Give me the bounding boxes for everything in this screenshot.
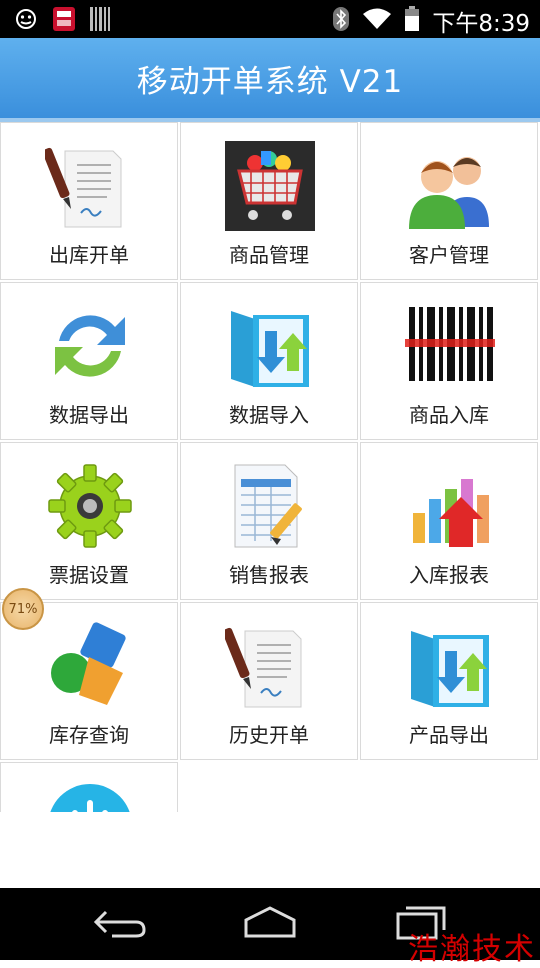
bar-chart-icon xyxy=(413,479,489,547)
menu-item-label: 销售报表 xyxy=(229,563,309,587)
menu-grid: 出库开单 商品管理 客户管理 数据导出 数据导入 商品入库 票据设置 销售报表 … xyxy=(0,122,540,812)
menu-item-stock-in-report[interactable]: 入库报表 xyxy=(360,442,538,600)
title-bar: 移动开单系统 V21 xyxy=(0,38,540,122)
menu-item-label: 产品导出 xyxy=(409,723,489,747)
menu-item-sales-report[interactable]: 销售报表 xyxy=(180,442,358,600)
menu-item-history-orders[interactable]: 历史开单 xyxy=(180,602,358,760)
users-icon xyxy=(409,157,489,229)
menu-item-data-export[interactable]: 数据导出 xyxy=(0,282,178,440)
spreadsheet-icon xyxy=(234,464,302,548)
clock: 下午8:39 xyxy=(432,11,530,37)
menu-item-label: 历史开单 xyxy=(229,723,309,747)
document-pen-icon xyxy=(45,147,122,228)
menu-item-exit[interactable] xyxy=(0,762,178,812)
menu-item-label: 数据导入 xyxy=(229,403,309,427)
battery-icon xyxy=(404,6,420,36)
shapes-icon xyxy=(51,622,126,705)
menu-item-label: 票据设置 xyxy=(49,563,129,587)
back-icon[interactable] xyxy=(92,902,148,946)
shopping-cart-icon xyxy=(225,141,315,231)
menu-item-product-management[interactable]: 商品管理 xyxy=(180,122,358,280)
menu-item-receipt-settings[interactable]: 票据设置 xyxy=(0,442,178,600)
barcode-notification-icon xyxy=(90,7,110,35)
menu-item-label: 商品管理 xyxy=(229,243,309,267)
menu-item-label: 客户管理 xyxy=(409,243,489,267)
wifi-icon xyxy=(362,7,392,35)
status-bar: 下午8:39 xyxy=(0,0,540,38)
menu-item-data-import[interactable]: 数据导入 xyxy=(180,282,358,440)
page-title: 移动开单系统 V21 xyxy=(136,63,404,100)
menu-item-label: 库存查询 xyxy=(49,723,129,747)
content-bottom xyxy=(0,812,540,888)
menu-item-product-stock-in[interactable]: 商品入库 xyxy=(360,282,538,440)
document-pen-icon xyxy=(225,627,302,708)
menu-item-label: 入库报表 xyxy=(409,563,489,587)
import-folder-icon xyxy=(231,311,309,387)
menu-item-label: 出库开单 xyxy=(49,243,129,267)
notification-icon xyxy=(14,7,38,35)
menu-item-label: 数据导出 xyxy=(49,403,129,427)
menu-item-customer-management[interactable]: 客户管理 xyxy=(360,122,538,280)
bluetooth-icon xyxy=(332,6,350,36)
floating-memory-badge[interactable]: 71% xyxy=(2,588,44,630)
menu-item-product-export[interactable]: 产品导出 xyxy=(360,602,538,760)
refresh-icon xyxy=(55,315,125,377)
menu-item-outbound-order[interactable]: 出库开单 xyxy=(0,122,178,280)
home-icon[interactable] xyxy=(240,902,300,946)
gear-icon xyxy=(48,464,132,548)
barcode-icon xyxy=(405,305,495,383)
watermark: 浩瀚技术 xyxy=(408,932,536,967)
power-icon xyxy=(50,784,130,812)
app-notification-icon xyxy=(52,6,76,36)
export-folder-icon xyxy=(411,631,489,707)
menu-item-label: 商品入库 xyxy=(409,403,489,427)
